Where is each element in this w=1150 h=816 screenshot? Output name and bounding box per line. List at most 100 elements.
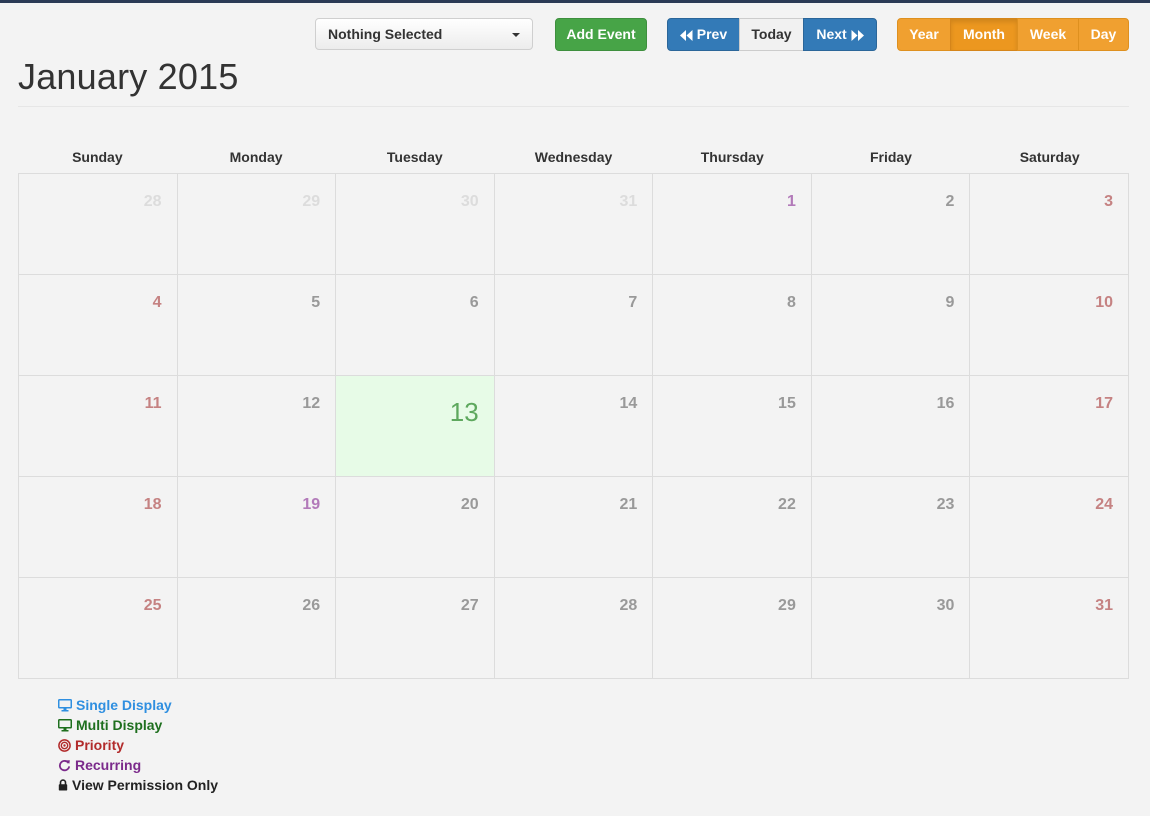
day-number: 2 (945, 193, 955, 210)
weekday-label: Wednesday (534, 149, 613, 165)
day-number: 31 (619, 193, 638, 210)
day-cell[interactable]: 17 (970, 376, 1129, 477)
day-cell[interactable]: 4 (19, 275, 178, 376)
view-year-label: Year (909, 26, 939, 42)
day-cell[interactable]: 1 (653, 174, 812, 275)
view-month-button[interactable]: Month (950, 18, 1018, 51)
next-label: Next (816, 26, 847, 42)
day-cell[interactable]: 15 (653, 376, 812, 477)
day-cell[interactable]: 22 (653, 477, 812, 578)
day-number: 14 (619, 395, 638, 412)
day-cell[interactable]: 28 (494, 578, 654, 679)
day-cell[interactable]: 9 (811, 275, 971, 376)
legend-recurring: Recurring (58, 755, 218, 775)
day-cell[interactable]: 29 (177, 174, 337, 275)
next-button[interactable]: Next (803, 18, 877, 51)
day-number: 17 (1095, 395, 1113, 412)
day-cell[interactable]: 31 (970, 578, 1129, 679)
add-event-button[interactable]: Add Event (555, 18, 647, 51)
day-cell[interactable]: 11 (19, 376, 178, 477)
legend: Single Display Multi Display Priority Re… (58, 695, 218, 795)
day-cell[interactable]: 10 (970, 275, 1129, 376)
day-number: 25 (143, 597, 162, 614)
day-cell[interactable]: 30 (336, 174, 495, 275)
day-cell[interactable]: 2 (811, 174, 971, 275)
day-cell[interactable]: 12 (177, 376, 337, 477)
day-number: 10 (1095, 294, 1113, 311)
day-number: 12 (302, 395, 321, 412)
weekday-header: Sunday Monday Tuesday Wednesday Thursday… (18, 149, 1129, 165)
legend-priority-label: Priority (75, 737, 125, 753)
calendar-filter-select[interactable]: Nothing Selected (315, 18, 533, 50)
day-cell[interactable]: 6 (336, 275, 495, 376)
day-number: 31 (1095, 597, 1113, 614)
day-number: 22 (778, 496, 796, 513)
legend-single-display: Single Display (58, 695, 218, 715)
prev-label: Prev (696, 26, 728, 42)
day-number: 9 (945, 294, 955, 311)
double-chevron-right-icon (851, 30, 864, 41)
day-cell[interactable]: 19 (177, 477, 337, 578)
day-cell[interactable]: 14 (494, 376, 654, 477)
day-cell[interactable]: 8 (653, 275, 812, 376)
day-number: 4 (152, 294, 162, 311)
top-accent-bar (0, 0, 1150, 3)
weekday-label: Friday (869, 149, 912, 165)
day-number: 28 (143, 193, 162, 210)
view-week-button[interactable]: Week (1017, 18, 1079, 51)
title-divider (18, 106, 1129, 107)
day-number: 16 (936, 395, 955, 412)
legend-multi-label: Multi Display (76, 717, 163, 733)
month-grid: 28 29 30 31 1 2 3 4 5 6 7 8 9 10 11 12 1… (18, 173, 1129, 679)
day-cell[interactable]: 30 (811, 578, 971, 679)
legend-multi-display: Multi Display (58, 715, 218, 735)
day-cell[interactable]: 20 (336, 477, 495, 578)
day-cell[interactable]: 23 (811, 477, 971, 578)
day-cell[interactable]: 5 (177, 275, 337, 376)
day-cell[interactable]: 29 (653, 578, 812, 679)
legend-view-permission: View Permission Only (58, 775, 218, 795)
day-cell[interactable]: 16 (811, 376, 971, 477)
legend-recurring-label: Recurring (75, 757, 142, 773)
day-number: 20 (460, 496, 479, 513)
view-day-button[interactable]: Day (1078, 18, 1129, 51)
day-number: 15 (778, 395, 796, 412)
view-month-label: Month (963, 26, 1005, 42)
day-cell[interactable]: 7 (494, 275, 654, 376)
day-cell[interactable]: 28 (19, 174, 178, 275)
day-number: 3 (1104, 193, 1113, 210)
day-number: 27 (460, 597, 479, 614)
today-label: Today (751, 26, 792, 42)
calendar-filter-value: Nothing Selected (328, 26, 443, 42)
day-cell[interactable]: 25 (19, 578, 178, 679)
day-cell[interactable]: 27 (336, 578, 495, 679)
day-cell[interactable]: 26 (177, 578, 337, 679)
day-number: 7 (628, 294, 638, 311)
add-event-label: Add Event (566, 26, 636, 42)
day-cell[interactable]: 24 (970, 477, 1129, 578)
day-cell[interactable]: 3 (970, 174, 1129, 275)
view-week-label: Week (1029, 26, 1067, 42)
view-year-button[interactable]: Year (897, 18, 951, 51)
monitor-icon (58, 698, 72, 711)
day-cell[interactable]: 18 (19, 477, 178, 578)
legend-single-label: Single Display (76, 697, 172, 713)
day-number: 29 (778, 597, 796, 614)
day-cell[interactable]: 21 (494, 477, 654, 578)
day-number: 30 (460, 193, 479, 210)
today-button[interactable]: Today (739, 18, 804, 51)
weekday-label: Thursday (700, 149, 764, 165)
day-number: 5 (311, 294, 321, 311)
day-cell[interactable]: 31 (494, 174, 654, 275)
today-cell[interactable]: 13 (336, 376, 495, 477)
weekday-label: Sunday (72, 149, 123, 165)
day-number: 19 (302, 496, 321, 513)
weekday-label: Monday (229, 149, 283, 165)
prev-button[interactable]: Prev (667, 18, 740, 51)
refresh-icon (58, 759, 71, 771)
day-number: 18 (143, 496, 162, 513)
monitor-icon (58, 718, 72, 731)
day-number: 24 (1095, 496, 1113, 513)
day-number: 21 (619, 496, 638, 513)
page-title: January 2015 (18, 56, 239, 97)
